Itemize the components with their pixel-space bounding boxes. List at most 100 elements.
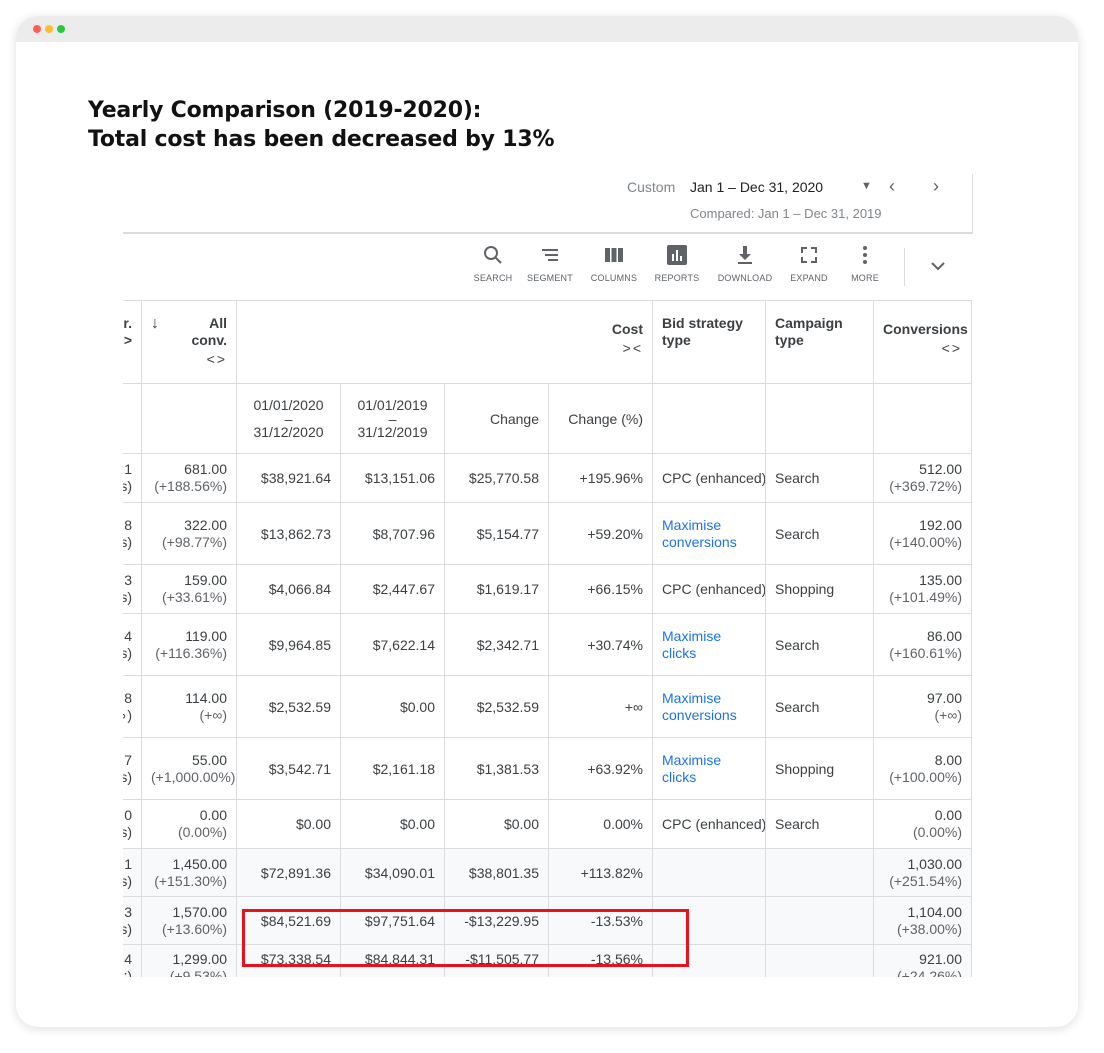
conversions-cell: 8.00 (+100.00%) [873, 737, 972, 800]
search-button[interactable]: SEARCH [463, 244, 523, 283]
change-header[interactable]: Change [444, 383, 549, 454]
minimize-window-button[interactable] [45, 25, 53, 33]
all-conv-cell-change: (+116.36%) [155, 644, 227, 661]
expand-button[interactable]: EXPAND [779, 244, 839, 283]
bid-strategy-total-cell [652, 848, 766, 897]
cost-change-cell: $2,342.71 [444, 613, 549, 676]
bid-strategy-cell[interactable]: Maximise clicks [652, 737, 766, 800]
period-2020-header[interactable]: 01/01/2020 – 31/12/2020 [236, 383, 341, 454]
cost-2019-cell: $8,707.96 [340, 502, 445, 565]
bid-strategy-cell[interactable]: Maximise conversions [652, 502, 766, 565]
conversions-cell-value: 0.00 [934, 807, 962, 823]
cost-2020-cell: $3,542.71 [236, 737, 341, 800]
column-expand-icon[interactable]: <> [191, 351, 227, 368]
collapse-toolbar-button[interactable] [928, 256, 948, 281]
cost-change-pct-cell: +30.74% [548, 613, 653, 676]
all-conv-total-cell-change: (+13.60%) [162, 920, 227, 937]
cost-change-pct-cell: +∞ [548, 675, 653, 738]
date-range-picker[interactable]: Jan 1 – Dec 31, 2020 [690, 179, 823, 195]
all-conv-total-cell-change: (+151.30%) [154, 872, 227, 889]
all-conv-cell-change: (+98.77%) [162, 533, 227, 550]
bid-strategy-cell[interactable]: Maximise conversions [652, 675, 766, 738]
bid-strategy-cell: CPC (enhanced) [652, 799, 766, 849]
cost-2020-total-cell: $72,891.36 [236, 848, 341, 897]
all-conv-column-header[interactable]: ↓ All conv. <> [141, 300, 237, 384]
date-dropdown-icon[interactable]: ▼ [861, 180, 872, 192]
period-2019-header[interactable]: 01/01/2019 – 31/12/2019 [340, 383, 445, 454]
chevron-right-icon[interactable]: › [933, 176, 939, 197]
column-expand-icon[interactable]: <> [883, 340, 962, 356]
column-collapse-icon[interactable]: >< [246, 340, 643, 356]
conversions-cell-value: 8.00 [934, 751, 962, 768]
conversions-total-cell: 1,030.00 (+251.54%) [873, 848, 972, 897]
table-row[interactable]: 0s)0.00(0.00%)$0.00$0.00$0.000.00%CPC (e… [123, 799, 972, 849]
all-conv-total-cell-value: 1,299.00 [172, 951, 228, 967]
conversions-cell: 86.00 (+160.61%) [873, 613, 972, 676]
download-button[interactable]: DOWNLOAD [715, 244, 775, 283]
partial-change: s) [123, 533, 132, 550]
table-row[interactable]: 3s)159.00(+33.61%)$4,066.84$2,447.67$1,6… [123, 564, 972, 614]
all-conv-cell: 322.00 (+98.77%) [141, 502, 237, 565]
close-window-button[interactable] [33, 25, 41, 33]
table-row[interactable]: 7s)55.00(+1,000.00%)$3,542.71$2,161.18$1… [123, 737, 972, 800]
chevron-down-icon [931, 262, 945, 271]
cost-2019-cell: $0.00 [340, 799, 445, 849]
bid-strategy-text: CPC (enhanced) [662, 816, 766, 832]
partial-column-header[interactable]: r. > [123, 300, 142, 384]
reports-button[interactable]: REPORTS [647, 244, 707, 283]
chevron-left-icon[interactable]: ‹ [889, 176, 895, 197]
cost-2019-cell: $13,151.06 [340, 453, 445, 503]
table-header-row: r. > ↓ All conv. <> Cost >< Bid strategy… [123, 300, 972, 384]
partial-cell: 1s) [123, 453, 142, 503]
conversions-cell-change: (+160.61%) [889, 644, 962, 661]
partial-cell: 4s) [123, 613, 142, 676]
conversions-total-cell-change: (+24.26%) [897, 968, 962, 977]
partial-cell: 0s) [123, 799, 142, 849]
bid-strategy-link: Maximise [662, 627, 722, 644]
cost-change-pct-total-cell: +113.82% [548, 848, 653, 897]
bid-strategy-text: CPC (enhanced) [662, 470, 766, 486]
all-conv-total-cell: 1,450.00 (+151.30%) [141, 848, 237, 897]
all-conv-cell: 114.00 (+∞) [141, 675, 237, 738]
compared-date-range: Compared: Jan 1 – Dec 31, 2019 [690, 206, 882, 221]
maximize-window-button[interactable] [57, 25, 65, 33]
reports-label: REPORTS [654, 273, 700, 283]
partial-value: 8 [124, 516, 132, 533]
partial-value: 8 [124, 689, 132, 706]
bid-strategy-cell[interactable]: Maximise clicks [652, 613, 766, 676]
bid-strategy-cell: CPC (enhanced) [652, 453, 766, 503]
segment-button[interactable]: SEGMENT [520, 244, 580, 283]
conversions-cell-value: 192.00 [919, 516, 962, 533]
more-button[interactable]: MORE [835, 244, 895, 283]
change-pct-header[interactable]: Change (%) [548, 383, 653, 454]
columns-button[interactable]: COLUMNS [584, 244, 644, 283]
table-row[interactable]: 1s)681.00(+188.56%)$38,921.64$13,151.06$… [123, 453, 972, 503]
table-row[interactable]: 4s)119.00(+116.36%)$9,964.85$7,622.14$2,… [123, 613, 972, 676]
conversions-cell: 97.00 (+∞) [873, 675, 972, 738]
table-subheader-row: 01/01/2020 – 31/12/2020 01/01/2019 – 31/… [123, 383, 972, 454]
partial-cell: 8s) [123, 502, 142, 565]
bid-strategy-column-header[interactable]: Bid strategy type [652, 300, 766, 384]
campaign-type-cell: Search [765, 453, 874, 503]
all-conv-cell: 55.00 (+1,000.00%) [141, 737, 237, 800]
conversions-total-cell-value: 1,030.00 [907, 855, 963, 872]
conversions-cell-change: (+100.00%) [889, 768, 962, 785]
cost-change-cell: $1,381.53 [444, 737, 549, 800]
date-mode-label: Custom [627, 179, 676, 195]
cost-change-cell: $5,154.77 [444, 502, 549, 565]
all-conv-total-cell: 1,299.00 (+9.53%) [141, 944, 237, 977]
all-conv-cell-value: 114.00 [185, 689, 227, 706]
sort-down-arrow-icon[interactable]: ↓ [151, 315, 159, 333]
cost-column-header[interactable]: Cost >< [236, 300, 653, 384]
conversions-cell-value: 512.00 [919, 461, 962, 477]
bid-strategy-link: conversions [662, 706, 737, 723]
table-row[interactable]: 8∘)114.00(+∞)$2,532.59$0.00$2,532.59+∞Ma… [123, 675, 972, 738]
cost-change-pct-cell: +195.96% [548, 453, 653, 503]
all-conv-cell-value: 681.00 [184, 461, 227, 477]
campaign-type-cell: Search [765, 799, 874, 849]
campaign-type-total-cell [765, 896, 874, 945]
table-row[interactable]: 8s)322.00(+98.77%)$13,862.73$8,707.96$5,… [123, 502, 972, 565]
partial-change: s) [123, 644, 132, 661]
conversions-column-header[interactable]: Conversions <> [873, 300, 972, 384]
campaign-type-column-header[interactable]: Campaign type [765, 300, 874, 384]
